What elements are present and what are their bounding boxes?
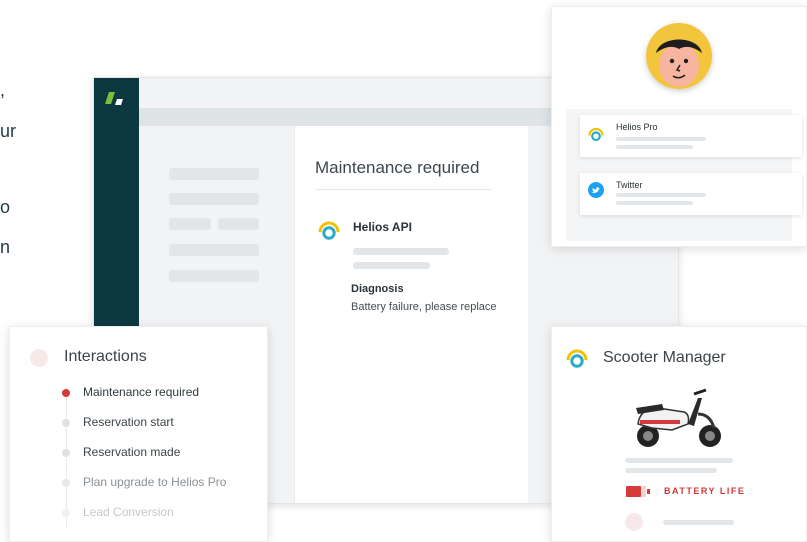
helios-ring-icon xyxy=(588,127,604,142)
list-placeholder[interactable] xyxy=(169,218,211,230)
cropped-text-3: o xyxy=(0,197,11,217)
text-placeholder xyxy=(625,468,717,473)
twitter-icon xyxy=(588,182,604,198)
account-name: Helios Pro xyxy=(616,122,658,132)
timeline-dot xyxy=(62,389,70,397)
account-helios-pro[interactable]: Helios Pro xyxy=(580,115,802,157)
list-placeholder[interactable] xyxy=(169,244,259,256)
timeline-line xyxy=(66,387,67,527)
timeline-dot xyxy=(62,509,70,517)
helios-ring-icon xyxy=(318,221,340,240)
timeline-item[interactable]: Reservation made xyxy=(83,445,180,459)
battery-label: BATTERY LIFE xyxy=(664,486,746,496)
diagnosis-label: Diagnosis xyxy=(351,283,404,295)
detail-panel: Maintenance required Helios API Diagnosi… xyxy=(294,126,528,503)
cropped-text-2: ur xyxy=(0,121,17,141)
timeline-dot xyxy=(62,479,70,487)
interactions-card: Interactions Maintenance required Reserva… xyxy=(9,326,268,542)
accounts-panel: Helios Pro Twitter xyxy=(566,109,802,241)
account-name: Twitter xyxy=(616,180,643,190)
list-placeholder[interactable] xyxy=(169,168,259,180)
service-name: Helios API xyxy=(353,220,412,234)
app-logo-dot xyxy=(115,99,123,105)
text-placeholder xyxy=(663,520,734,525)
avatar[interactable] xyxy=(646,23,712,89)
scooter-title: Scooter Manager xyxy=(603,349,726,366)
timeline-dot xyxy=(62,449,70,457)
detail-title: Maintenance required xyxy=(315,158,480,177)
interactions-title: Interactions xyxy=(64,348,147,365)
text-placeholder xyxy=(353,248,449,255)
cropped-text-4: n xyxy=(0,237,11,257)
battery-icon xyxy=(626,486,650,497)
text-placeholder xyxy=(616,145,693,149)
diagnosis-text: Battery failure, please replace xyxy=(351,301,497,313)
list-placeholder[interactable] xyxy=(169,270,259,282)
timeline-item[interactable]: Plan upgrade to Helios Pro xyxy=(83,475,226,489)
cropped-text-1: , xyxy=(0,80,6,100)
helios-ring-icon xyxy=(566,349,588,368)
timeline-item[interactable]: Maintenance required xyxy=(83,385,199,399)
account-twitter[interactable]: Twitter xyxy=(580,173,802,215)
timeline-item[interactable]: Lead Conversion xyxy=(83,505,174,519)
text-placeholder xyxy=(616,137,706,141)
scooter-icon xyxy=(636,388,721,447)
list-placeholder[interactable] xyxy=(218,218,259,230)
list-placeholder[interactable] xyxy=(169,193,259,205)
avatar-face-icon xyxy=(646,23,712,89)
text-placeholder xyxy=(625,458,733,463)
text-placeholder xyxy=(616,201,693,205)
timeline-dot xyxy=(62,419,70,427)
scooter-card: Scooter Manager BATTERY LIFE xyxy=(551,326,807,542)
text-placeholder xyxy=(616,193,706,197)
timeline-item[interactable]: Reservation start xyxy=(83,415,174,429)
profile-card: Helios Pro Twitter xyxy=(551,6,807,247)
divider xyxy=(315,189,492,190)
app-logo-icon[interactable] xyxy=(105,92,115,104)
text-placeholder xyxy=(353,262,430,269)
interactions-badge xyxy=(30,349,48,367)
status-circle xyxy=(625,513,643,531)
